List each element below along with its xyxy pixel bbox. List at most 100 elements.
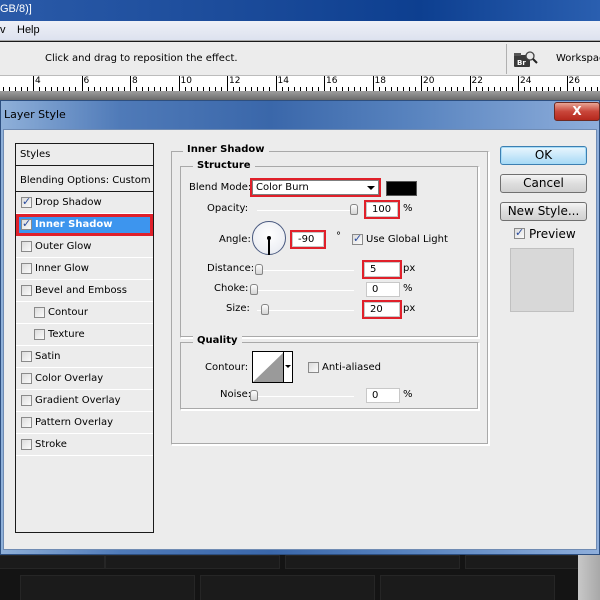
close-button[interactable]: X bbox=[554, 102, 600, 121]
style-item-satin[interactable]: Satin bbox=[16, 346, 153, 368]
ruler-minor-tick bbox=[530, 87, 531, 91]
contour-picker[interactable] bbox=[252, 351, 293, 383]
style-item-checkbox[interactable] bbox=[21, 417, 32, 428]
app-title-bar: GB/8)] bbox=[0, 0, 600, 21]
canvas-brick bbox=[105, 555, 280, 569]
choke-input[interactable]: 0 bbox=[366, 282, 400, 297]
ruler-minor-tick bbox=[433, 87, 434, 91]
blend-mode-select[interactable]: Color Burn bbox=[250, 178, 381, 197]
anti-aliased-checkbox[interactable] bbox=[308, 362, 319, 373]
ruler-label: 22 bbox=[471, 76, 483, 86]
layer-style-dialog: Layer Style X Styles Blending Options: C… bbox=[0, 100, 600, 555]
blend-mode-value: Color Burn bbox=[256, 182, 309, 193]
style-item-checkbox[interactable] bbox=[21, 217, 32, 230]
angle-dial[interactable] bbox=[252, 221, 286, 255]
noise-slider-track[interactable] bbox=[254, 396, 354, 397]
style-item-inner-glow[interactable]: Inner Glow bbox=[16, 258, 153, 280]
size-slider-track[interactable] bbox=[257, 310, 354, 311]
ruler-minor-tick bbox=[179, 87, 180, 91]
ruler-minor-tick bbox=[148, 87, 149, 91]
use-global-light-checkbox[interactable] bbox=[352, 232, 363, 245]
ruler-label: 10 bbox=[180, 76, 192, 86]
ruler-minor-tick bbox=[21, 87, 22, 91]
cancel-button[interactable]: Cancel bbox=[500, 174, 587, 193]
bridge-icon[interactable]: Br bbox=[514, 50, 538, 68]
style-item-bevel-and-emboss[interactable]: Bevel and Emboss bbox=[16, 280, 153, 302]
ruler-minor-tick bbox=[215, 87, 216, 91]
ruler-minor-tick bbox=[39, 87, 40, 91]
ok-button[interactable]: OK bbox=[500, 146, 587, 165]
style-item-checkbox[interactable] bbox=[21, 373, 32, 384]
style-item-outer-glow[interactable]: Outer Glow bbox=[16, 236, 153, 258]
contour-curve-icon bbox=[253, 352, 284, 382]
style-item-label: Gradient Overlay bbox=[35, 395, 121, 406]
style-item-checkbox[interactable] bbox=[21, 241, 32, 252]
style-item-checkbox[interactable] bbox=[21, 439, 32, 450]
inner-shadow-title: Inner Shadow bbox=[183, 144, 269, 155]
ruler-minor-tick bbox=[27, 87, 28, 91]
blending-options-item[interactable]: Blending Options: Custom bbox=[16, 170, 153, 192]
angle-input[interactable]: -90 bbox=[290, 230, 326, 249]
contour-dropdown-arrow[interactable] bbox=[283, 352, 292, 382]
style-item-checkbox[interactable] bbox=[21, 395, 32, 406]
choke-slider-thumb[interactable] bbox=[250, 284, 258, 295]
preview-checkbox[interactable] bbox=[514, 226, 525, 239]
style-item-inner-shadow[interactable]: Inner Shadow bbox=[16, 214, 153, 236]
ruler-minor-tick bbox=[136, 87, 137, 91]
distance-slider-thumb[interactable] bbox=[254, 264, 263, 275]
close-icon: X bbox=[572, 104, 582, 118]
style-item-checkbox[interactable] bbox=[21, 285, 32, 296]
style-item-checkbox[interactable] bbox=[34, 329, 45, 340]
style-item-gradient-overlay[interactable]: Gradient Overlay bbox=[16, 390, 153, 412]
distance-input[interactable]: 5 bbox=[362, 260, 402, 279]
styles-header[interactable]: Styles bbox=[16, 144, 153, 166]
options-hint: Click and drag to reposition the effect. bbox=[45, 53, 238, 64]
opacity-slider-thumb[interactable] bbox=[350, 204, 358, 215]
style-item-stroke[interactable]: Stroke bbox=[16, 434, 153, 456]
style-item-drop-shadow[interactable]: Drop Shadow bbox=[16, 192, 153, 214]
dialog-title: Layer Style bbox=[4, 108, 66, 121]
vertical-scrollbar[interactable] bbox=[578, 555, 600, 600]
ruler-minor-tick bbox=[263, 87, 264, 91]
shadow-color-swatch[interactable] bbox=[386, 181, 417, 196]
size-input[interactable]: 20 bbox=[362, 300, 402, 319]
workspace-menu[interactable]: Workspace bbox=[556, 53, 600, 64]
distance-slider-track[interactable] bbox=[257, 270, 354, 271]
distance-value: 5 bbox=[370, 264, 377, 275]
style-item-checkbox[interactable] bbox=[34, 307, 45, 318]
opacity-input[interactable]: 100 bbox=[364, 200, 400, 219]
ruler-minor-tick bbox=[482, 87, 483, 91]
style-item-pattern-overlay[interactable]: Pattern Overlay bbox=[16, 412, 153, 434]
menu-help[interactable]: Help bbox=[17, 24, 40, 36]
anti-aliased-label: Anti-aliased bbox=[322, 362, 382, 373]
style-item-checkbox[interactable] bbox=[21, 195, 32, 208]
ruler-minor-tick bbox=[185, 87, 186, 91]
style-item-contour[interactable]: Contour bbox=[16, 302, 153, 324]
ruler-minor-tick bbox=[57, 87, 58, 91]
style-item-texture[interactable]: Texture bbox=[16, 324, 153, 346]
dialog-body: Styles Blending Options: Custom Drop Sha… bbox=[3, 129, 597, 550]
ruler-minor-tick bbox=[172, 87, 173, 91]
choke-slider-track[interactable] bbox=[254, 290, 354, 291]
style-item-checkbox[interactable] bbox=[21, 351, 32, 362]
ruler-minor-tick bbox=[548, 87, 549, 91]
ruler-minor-tick bbox=[75, 87, 76, 91]
opacity-label: Opacity: bbox=[207, 203, 249, 214]
noise-slider-thumb[interactable] bbox=[250, 390, 258, 401]
noise-input[interactable]: 0 bbox=[366, 388, 400, 403]
style-item-color-overlay[interactable]: Color Overlay bbox=[16, 368, 153, 390]
opacity-slider-track[interactable] bbox=[257, 210, 354, 211]
style-item-checkbox[interactable] bbox=[21, 263, 32, 274]
ruler-minor-tick bbox=[239, 87, 240, 91]
document-canvas[interactable] bbox=[0, 555, 585, 600]
size-unit: px bbox=[403, 303, 416, 314]
ruler-minor-tick bbox=[512, 87, 513, 91]
menu-view[interactable]: v bbox=[0, 24, 6, 36]
style-item-label: Drop Shadow bbox=[35, 197, 102, 208]
size-slider-thumb[interactable] bbox=[260, 304, 269, 315]
ruler-label: 24 bbox=[520, 76, 532, 86]
opacity-value: 100 bbox=[372, 204, 392, 215]
ruler-minor-tick bbox=[33, 87, 34, 91]
ruler-label: 8 bbox=[132, 76, 138, 86]
new-style-button[interactable]: New Style... bbox=[500, 202, 587, 221]
